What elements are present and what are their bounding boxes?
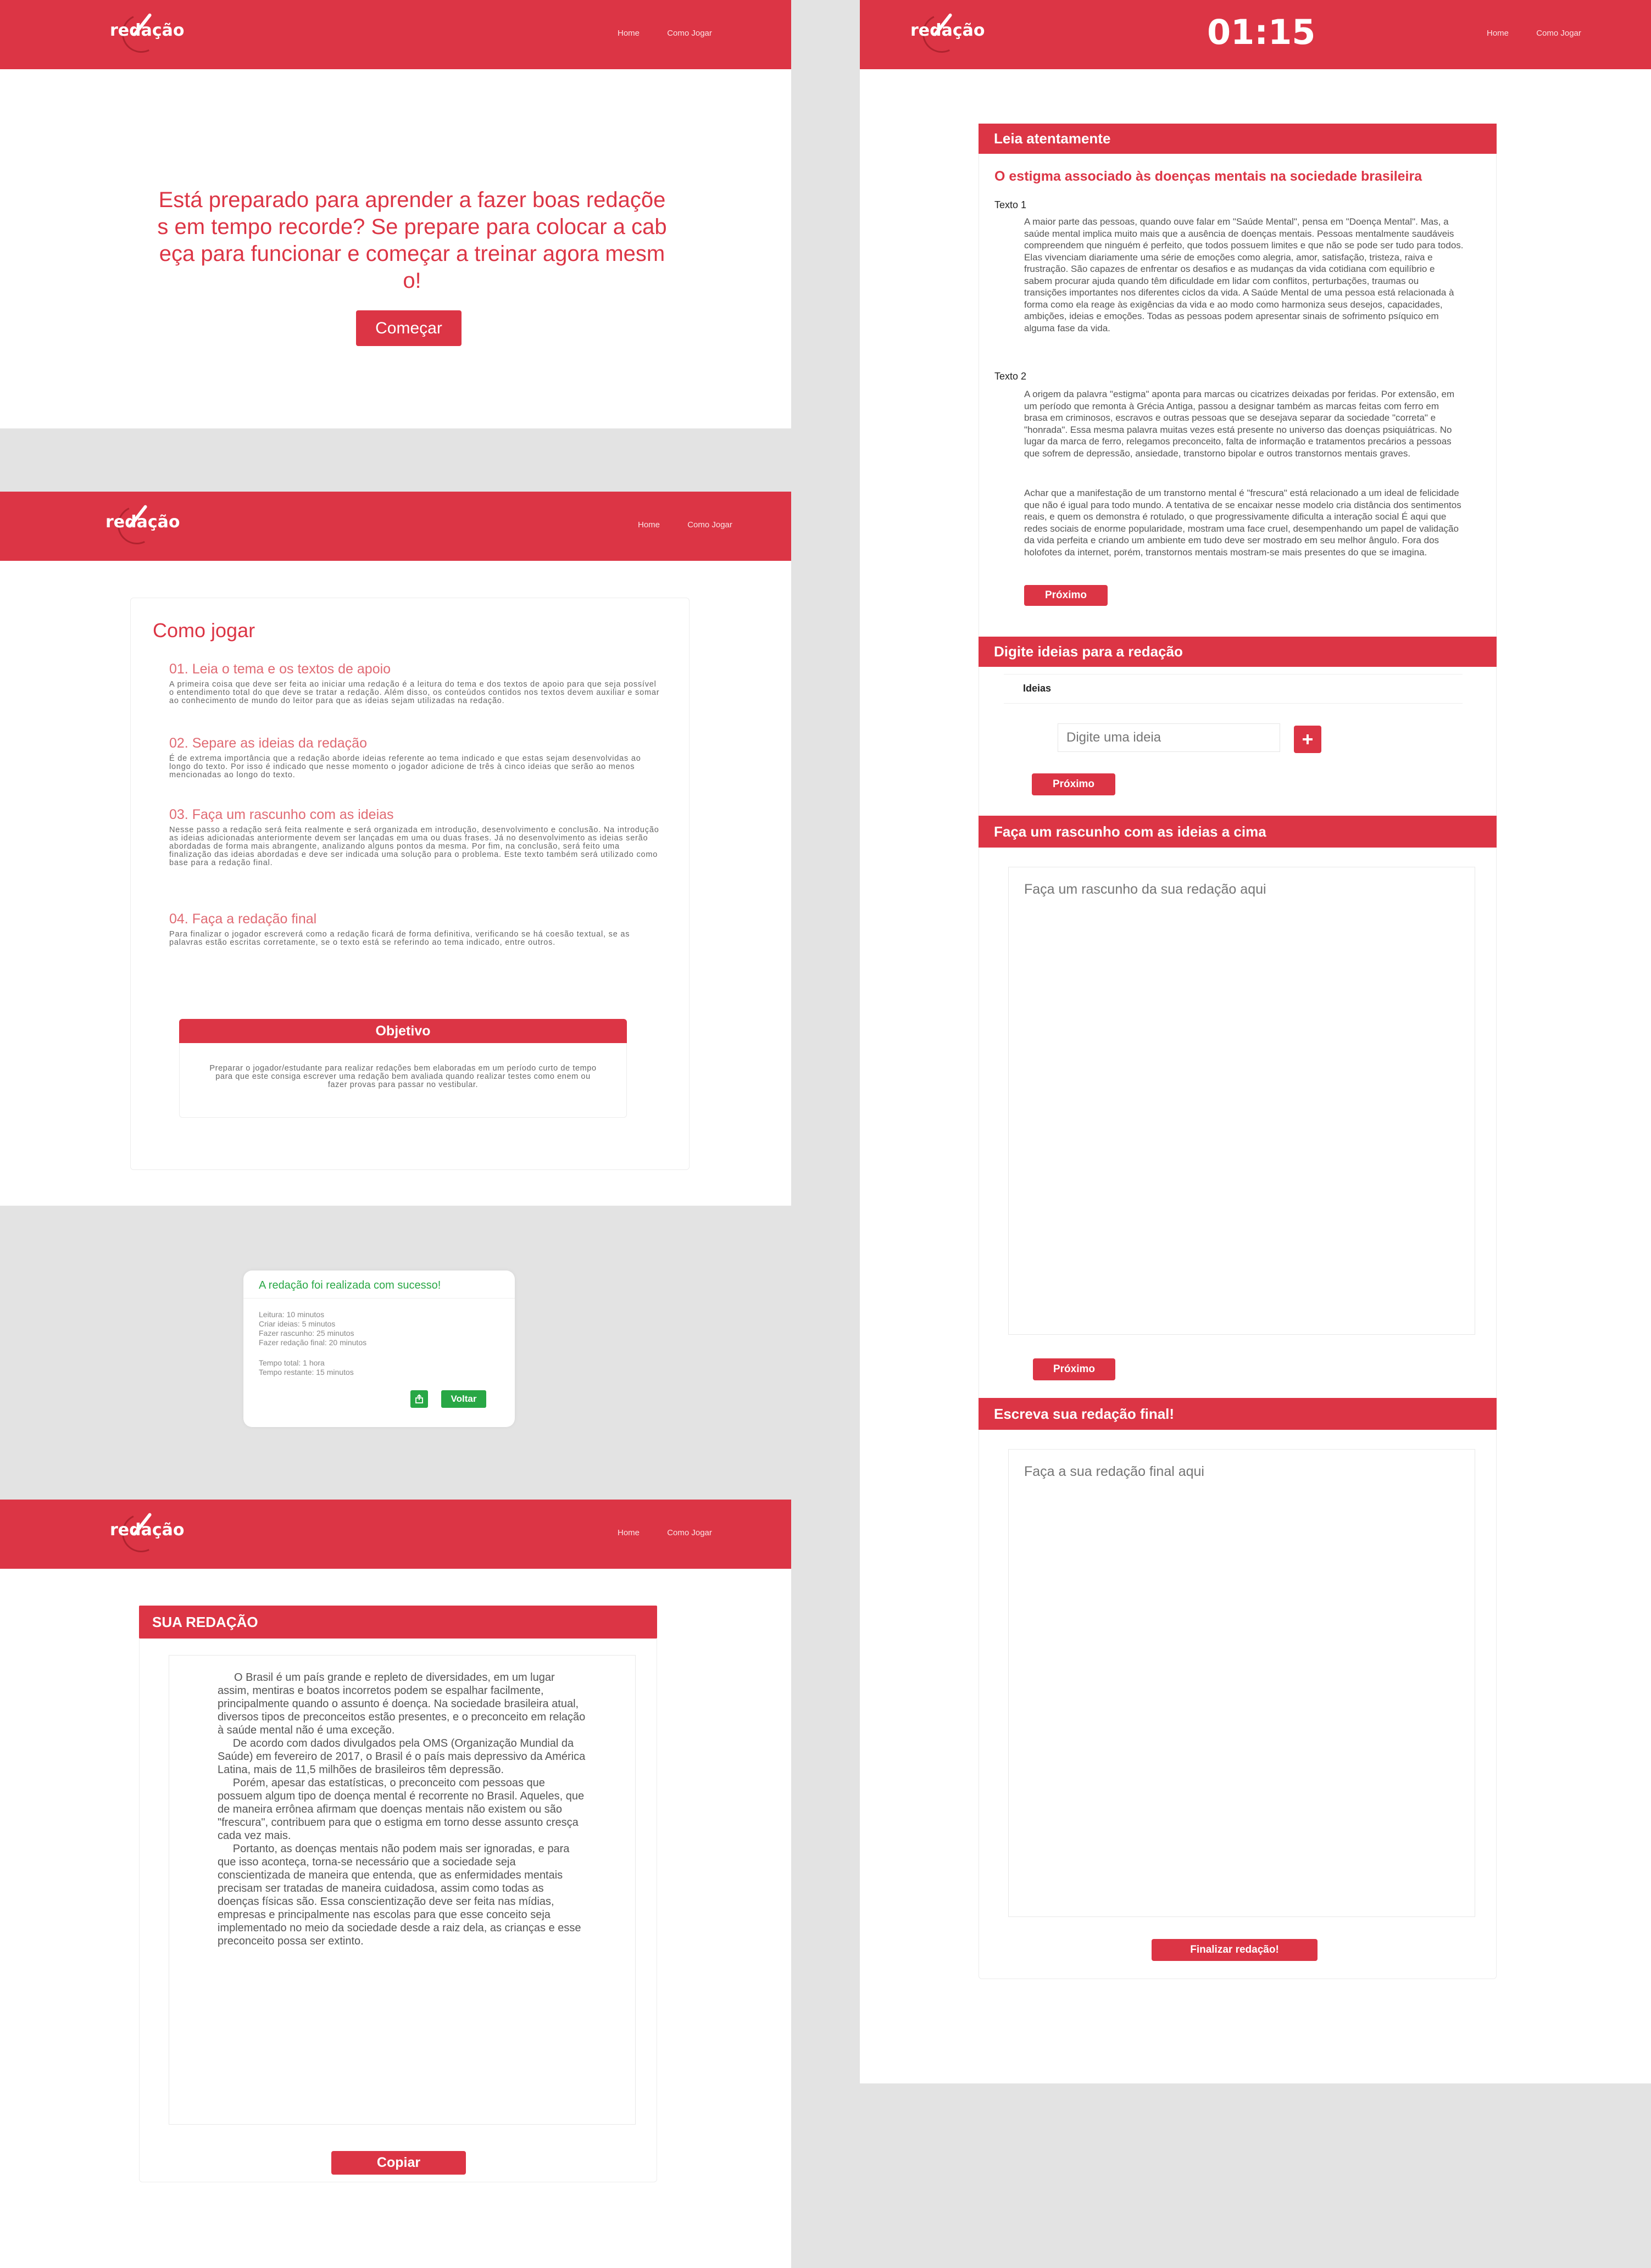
ideas-header: Ideias bbox=[1004, 674, 1463, 704]
step-title: 02. Separe as ideias da redação bbox=[169, 735, 367, 751]
draft-textarea[interactable] bbox=[1008, 867, 1475, 1335]
final-textarea[interactable] bbox=[1008, 1449, 1475, 1917]
objective-card: Objetivo Preparar o jogador/estudante pa… bbox=[179, 1019, 627, 1118]
add-idea-button[interactable] bbox=[1294, 726, 1321, 753]
idea-input[interactable] bbox=[1058, 723, 1280, 752]
header: redação Home Como Jogar bbox=[0, 492, 791, 561]
stat-line: Fazer redação final: 20 minutos bbox=[259, 1338, 367, 1347]
stat-line: Leitura: 10 minutos bbox=[259, 1310, 325, 1319]
nav-home[interactable]: Home bbox=[1487, 29, 1509, 38]
nav-how-to-play[interactable]: Como Jogar bbox=[667, 1528, 712, 1537]
next-button-draft[interactable]: Próximo bbox=[1033, 1358, 1115, 1380]
nav-how-to-play[interactable]: Como Jogar bbox=[687, 520, 732, 530]
back-button[interactable]: Voltar bbox=[441, 1390, 486, 1408]
theme-title: O estigma associado às doenças mentais n… bbox=[994, 169, 1422, 184]
nav-how-to-play[interactable]: Como Jogar bbox=[667, 29, 712, 38]
stat-line: Fazer rascunho: 25 minutos bbox=[259, 1329, 354, 1338]
step-2: 02. Separe as ideias da redação É de ext… bbox=[169, 735, 664, 779]
essay-text: O Brasil é um país grande e repleto de d… bbox=[218, 1671, 586, 1947]
next-button-read[interactable]: Próximo bbox=[1024, 585, 1108, 606]
plus-icon bbox=[1303, 734, 1313, 744]
copy-button[interactable]: Copiar bbox=[331, 2151, 466, 2175]
text1-label: Texto 1 bbox=[994, 199, 1027, 210]
nav-home[interactable]: Home bbox=[618, 29, 640, 38]
start-button[interactable]: Começar bbox=[356, 310, 462, 346]
read-section-header: Leia atentamente bbox=[979, 124, 1497, 154]
step-body: A primeira coisa que deve ser feita ao i… bbox=[169, 680, 660, 705]
objective-header: Objetivo bbox=[179, 1019, 627, 1043]
logo[interactable]: redação bbox=[105, 500, 180, 550]
nav: Home Como Jogar bbox=[1461, 29, 1581, 38]
divider bbox=[243, 1298, 515, 1299]
step-title: 03. Faça um rascunho com as ideias bbox=[169, 807, 394, 822]
nav-home[interactable]: Home bbox=[618, 1528, 640, 1537]
logo[interactable]: redação bbox=[110, 1508, 185, 1558]
step-title: 01. Leia o tema e os textos de apoio bbox=[169, 661, 391, 677]
step-body: Nesse passo a redação será feita realmen… bbox=[169, 826, 659, 867]
header: redação Home Como Jogar bbox=[0, 0, 791, 69]
step-1: 01. Leia o tema e os textos de apoio A p… bbox=[169, 661, 664, 705]
ideas-section-header: Digite ideias para a redação bbox=[979, 637, 1497, 667]
stats-block-a: Leitura: 10 minutos Criar ideias: 5 minu… bbox=[259, 1310, 366, 1347]
share-button[interactable] bbox=[410, 1390, 428, 1408]
stat-line: Tempo restante: 15 minutos bbox=[259, 1368, 354, 1377]
finish-button[interactable]: Finalizar redação! bbox=[1152, 1939, 1318, 1961]
landing-headline: Está preparado para aprender a fazer boa… bbox=[157, 188, 667, 293]
nav: Home Como Jogar bbox=[613, 520, 732, 530]
stat-line: Tempo total: 1 hora bbox=[259, 1358, 325, 1367]
nav: Home Como Jogar bbox=[592, 1528, 712, 1537]
next-button-ideas[interactable]: Próximo bbox=[1032, 773, 1115, 795]
essay-box: O Brasil é um país grande e repleto de d… bbox=[169, 1655, 636, 2125]
header: redação Home Como Jogar bbox=[0, 1500, 791, 1569]
step-body: É de extrema importância que a redação a… bbox=[169, 754, 641, 779]
text2-body-a: A origem da palavra "estigma" aponta par… bbox=[1024, 389, 1455, 459]
game-card: Leia atentamente O estigma associado às … bbox=[979, 124, 1497, 1979]
result-title: SUA REDAÇÃO bbox=[139, 1606, 657, 1639]
text1-body: A maior parte das pessoas, quando ouve f… bbox=[1024, 216, 1464, 333]
step-3: 03. Faça um rascunho com as ideias Nesse… bbox=[169, 807, 664, 867]
text2-body-b: Achar que a manifestação de um transtorn… bbox=[1024, 488, 1461, 558]
logo[interactable]: redação bbox=[110, 9, 185, 58]
result-frame: redação Home Como Jogar SUA REDAÇÃO O Br… bbox=[0, 1500, 791, 2268]
how-to-frame: redação Home Como Jogar Como jogar 01. L… bbox=[0, 492, 791, 1206]
how-to-title: Como jogar bbox=[153, 619, 255, 642]
game-frame: redação 01:15 Home Como Jogar Leia atent… bbox=[860, 0, 1651, 2083]
landing-frame: redação Home Como Jogar Está preparado p… bbox=[0, 0, 791, 428]
step-title: 04. Faça a redação final bbox=[169, 911, 317, 927]
nav-how-to-play[interactable]: Como Jogar bbox=[1536, 29, 1581, 38]
how-to-card: Como jogar 01. Leia o tema e os textos d… bbox=[130, 598, 690, 1170]
result-card: SUA REDAÇÃO O Brasil é um país grande e … bbox=[139, 1606, 657, 2182]
header: redação 01:15 Home Como Jogar bbox=[860, 0, 1651, 69]
success-title: A redação foi realizada com sucesso! bbox=[259, 1279, 441, 1291]
success-modal: A redação foi realizada com sucesso! Lei… bbox=[243, 1270, 515, 1427]
final-section-header: Escreva sua redação final! bbox=[979, 1398, 1497, 1430]
share-icon bbox=[415, 1394, 423, 1403]
draft-section-header: Faça um rascunho com as ideias a cima bbox=[979, 816, 1497, 848]
stat-line: Criar ideias: 5 minutos bbox=[259, 1319, 336, 1328]
step-4: 04. Faça a redação final Para finalizar … bbox=[169, 911, 664, 947]
objective-body: Preparar o jogador/estudante para realiz… bbox=[209, 1064, 597, 1089]
nav: Home Como Jogar bbox=[592, 29, 712, 38]
nav-home[interactable]: Home bbox=[638, 520, 660, 530]
timer: 01:15 bbox=[1207, 12, 1316, 52]
logo[interactable]: redação bbox=[910, 9, 985, 58]
text2-label: Texto 2 bbox=[994, 371, 1027, 382]
stats-block-b: Tempo total: 1 hora Tempo restante: 15 m… bbox=[259, 1358, 354, 1377]
step-body: Para finalizar o jogador escreverá como … bbox=[169, 930, 630, 947]
